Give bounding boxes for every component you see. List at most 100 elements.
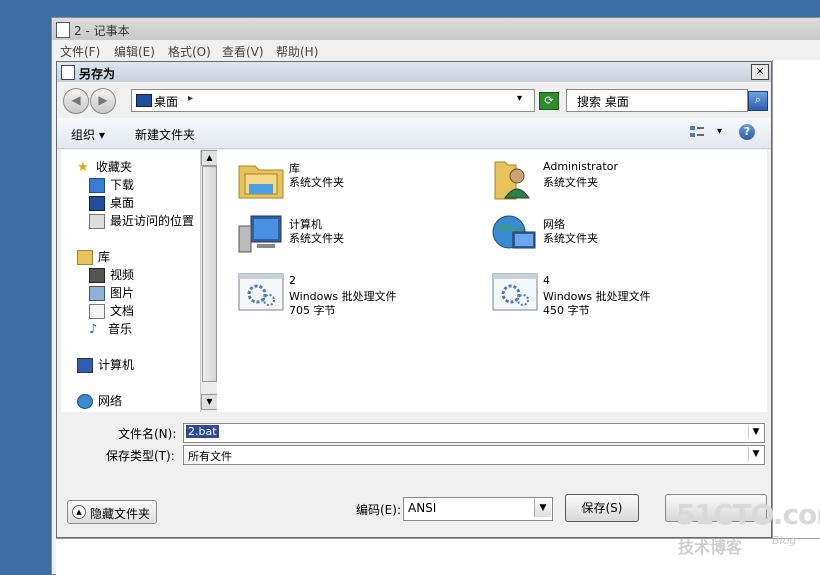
view-dropdown-icon[interactable]: ▾	[717, 126, 722, 137]
scroll-thumb[interactable]	[202, 166, 217, 382]
menu-help[interactable]: 帮助(H)	[276, 43, 318, 60]
address-location[interactable]: 桌面	[154, 93, 178, 110]
nav-label: 库	[98, 250, 111, 264]
save-as-dialog: 另存为 ✕ ◀ ▶ 桌面 ▸ ▾ ⟳ 搜索 桌面 ⌕ 组织 ▾ 新建文件夹 ▾ …	[56, 61, 772, 538]
notepad-title: 2 - 记事本	[74, 24, 130, 38]
back-button[interactable]: ◀	[63, 88, 89, 114]
filename-input[interactable]: 2.bat ▼	[183, 423, 765, 443]
nav-downloads[interactable]: 下载	[89, 176, 134, 194]
desktop-icon	[89, 196, 105, 211]
nav-videos[interactable]: 视频	[89, 266, 134, 284]
file-item-bat-4[interactable]: 4 Windows 批处理文件 450 字节	[491, 270, 741, 320]
filename-label: 文件名(N):	[118, 427, 177, 441]
watermark-blog: Blog	[772, 534, 797, 547]
file-type: 系统文件夹	[543, 176, 598, 189]
watermark-subtitle: 技术博客	[678, 538, 743, 557]
file-item-bat-2[interactable]: 2 Windows 批处理文件 705 字节	[237, 270, 487, 320]
network-icon	[77, 394, 93, 409]
scroll-up-arrow-icon[interactable]: ▲	[201, 150, 218, 166]
encoding-label: 编码(E):	[356, 503, 401, 517]
nav-label: 图片	[110, 286, 135, 300]
filename-value[interactable]: 2.bat	[186, 425, 219, 438]
file-item-network[interactable]: 网络 系统文件夹	[491, 212, 741, 262]
nav-favorites[interactable]: ★ 收藏夹	[77, 158, 132, 176]
nav-label: 视频	[110, 268, 135, 282]
navigation-pane: ★ 收藏夹 下载 桌面 最近访问的位置 库 视频 图片 文档 ♪ 音乐 计算机	[61, 150, 218, 412]
refresh-icon: ⟳	[544, 94, 554, 107]
pictures-icon	[89, 286, 105, 301]
watermark-logo: 51CTO.com	[676, 498, 820, 531]
notepad-menubar: 文件(F) 编辑(E) 格式(O) 查看(V) 帮助(H)	[52, 40, 820, 60]
save-button[interactable]: 保存(S)	[565, 494, 639, 522]
recent-places-icon	[89, 214, 105, 229]
batch-file-icon	[492, 273, 538, 311]
nav-label: 音乐	[108, 322, 133, 336]
scroll-down-arrow-icon[interactable]: ▼	[201, 394, 218, 410]
file-type: 系统文件夹	[289, 176, 344, 189]
hide-folders-button[interactable]: ▲ 隐藏文件夹	[67, 500, 157, 524]
search-input[interactable]: 搜索 桌面	[566, 89, 748, 112]
nav-scrollbar[interactable]: ▲ ▼	[200, 150, 218, 412]
filename-dropdown-icon[interactable]: ▼	[748, 425, 763, 439]
library-folder-icon	[238, 165, 284, 199]
notepad-icon	[56, 22, 70, 38]
notepad-icon	[61, 65, 75, 80]
file-item-computer[interactable]: 计算机 系统文件夹	[237, 212, 487, 262]
file-name: 2	[289, 274, 296, 287]
nav-pictures[interactable]: 图片	[89, 284, 134, 302]
file-size: 450 字节	[543, 304, 590, 317]
search-icon: ⌕	[754, 93, 762, 106]
organize-button[interactable]: 组织 ▾	[71, 126, 105, 143]
menu-edit[interactable]: 编辑(E)	[114, 43, 155, 60]
nav-libraries[interactable]: 库	[77, 248, 110, 266]
file-list: 库 系统文件夹 Administrator 系统文件夹 计算机 系统文件夹 网络…	[217, 150, 767, 412]
menu-file[interactable]: 文件(F)	[60, 43, 100, 60]
encoding-dropdown-icon[interactable]: ▼	[534, 499, 551, 517]
arrow-left-icon: ◀	[71, 93, 81, 107]
computer-icon	[238, 215, 282, 253]
help-icon[interactable]: ?	[739, 124, 755, 140]
nav-network[interactable]: 网络	[77, 392, 122, 410]
arrow-right-icon: ▶	[98, 93, 108, 107]
close-button[interactable]: ✕	[751, 64, 769, 80]
user-folder-icon	[494, 161, 530, 200]
desktop-icon	[136, 94, 152, 107]
computer-icon	[77, 358, 93, 373]
nav-label: 计算机	[98, 358, 135, 372]
notepad-text-area[interactable]	[772, 60, 820, 540]
new-folder-button[interactable]: 新建文件夹	[135, 126, 195, 143]
filetype-dropdown-icon[interactable]: ▼	[748, 447, 763, 461]
command-toolbar: 组织 ▾ 新建文件夹 ▾ ?	[57, 118, 771, 149]
filetype-select[interactable]: 所有文件 ▼	[183, 445, 765, 465]
nav-recent-places[interactable]: 最近访问的位置	[89, 212, 194, 230]
nav-documents[interactable]: 文档	[89, 302, 134, 320]
notepad-titlebar[interactable]: 2 - 记事本	[52, 18, 820, 40]
nav-desktop[interactable]: 桌面	[89, 194, 134, 212]
dialog-title: 另存为	[79, 67, 116, 81]
encoding-value: ANSI	[408, 501, 437, 515]
refresh-button[interactable]: ⟳	[539, 92, 559, 110]
view-options-icon[interactable]	[689, 125, 705, 139]
music-icon: ♪	[89, 322, 98, 337]
encoding-select[interactable]: ANSI ▼	[403, 497, 553, 521]
network-icon	[492, 215, 536, 249]
address-dropdown-icon[interactable]: ▾	[517, 93, 522, 104]
nav-music[interactable]: ♪ 音乐	[89, 320, 132, 338]
nav-computer[interactable]: 计算机	[77, 356, 134, 374]
menu-view[interactable]: 查看(V)	[222, 43, 264, 60]
nav-label: 网络	[98, 394, 123, 408]
address-bar[interactable]: 桌面 ▸ ▾	[131, 89, 535, 112]
file-type: 系统文件夹	[289, 232, 344, 245]
file-item-administrator[interactable]: Administrator 系统文件夹	[491, 156, 741, 206]
file-name: Administrator	[543, 160, 618, 173]
file-size: 705 字节	[289, 304, 336, 317]
dialog-titlebar[interactable]: 另存为 ✕	[57, 62, 771, 82]
downloads-icon	[89, 178, 105, 193]
breadcrumb-chevron-icon[interactable]: ▸	[188, 93, 193, 104]
menu-format[interactable]: 格式(O)	[168, 43, 211, 60]
search-button[interactable]: ⌕	[748, 91, 768, 111]
file-item-library[interactable]: 库 系统文件夹	[237, 156, 487, 206]
nav-label: 最近访问的位置	[110, 214, 195, 228]
forward-button[interactable]: ▶	[90, 88, 116, 114]
nav-label: 文档	[110, 304, 135, 318]
